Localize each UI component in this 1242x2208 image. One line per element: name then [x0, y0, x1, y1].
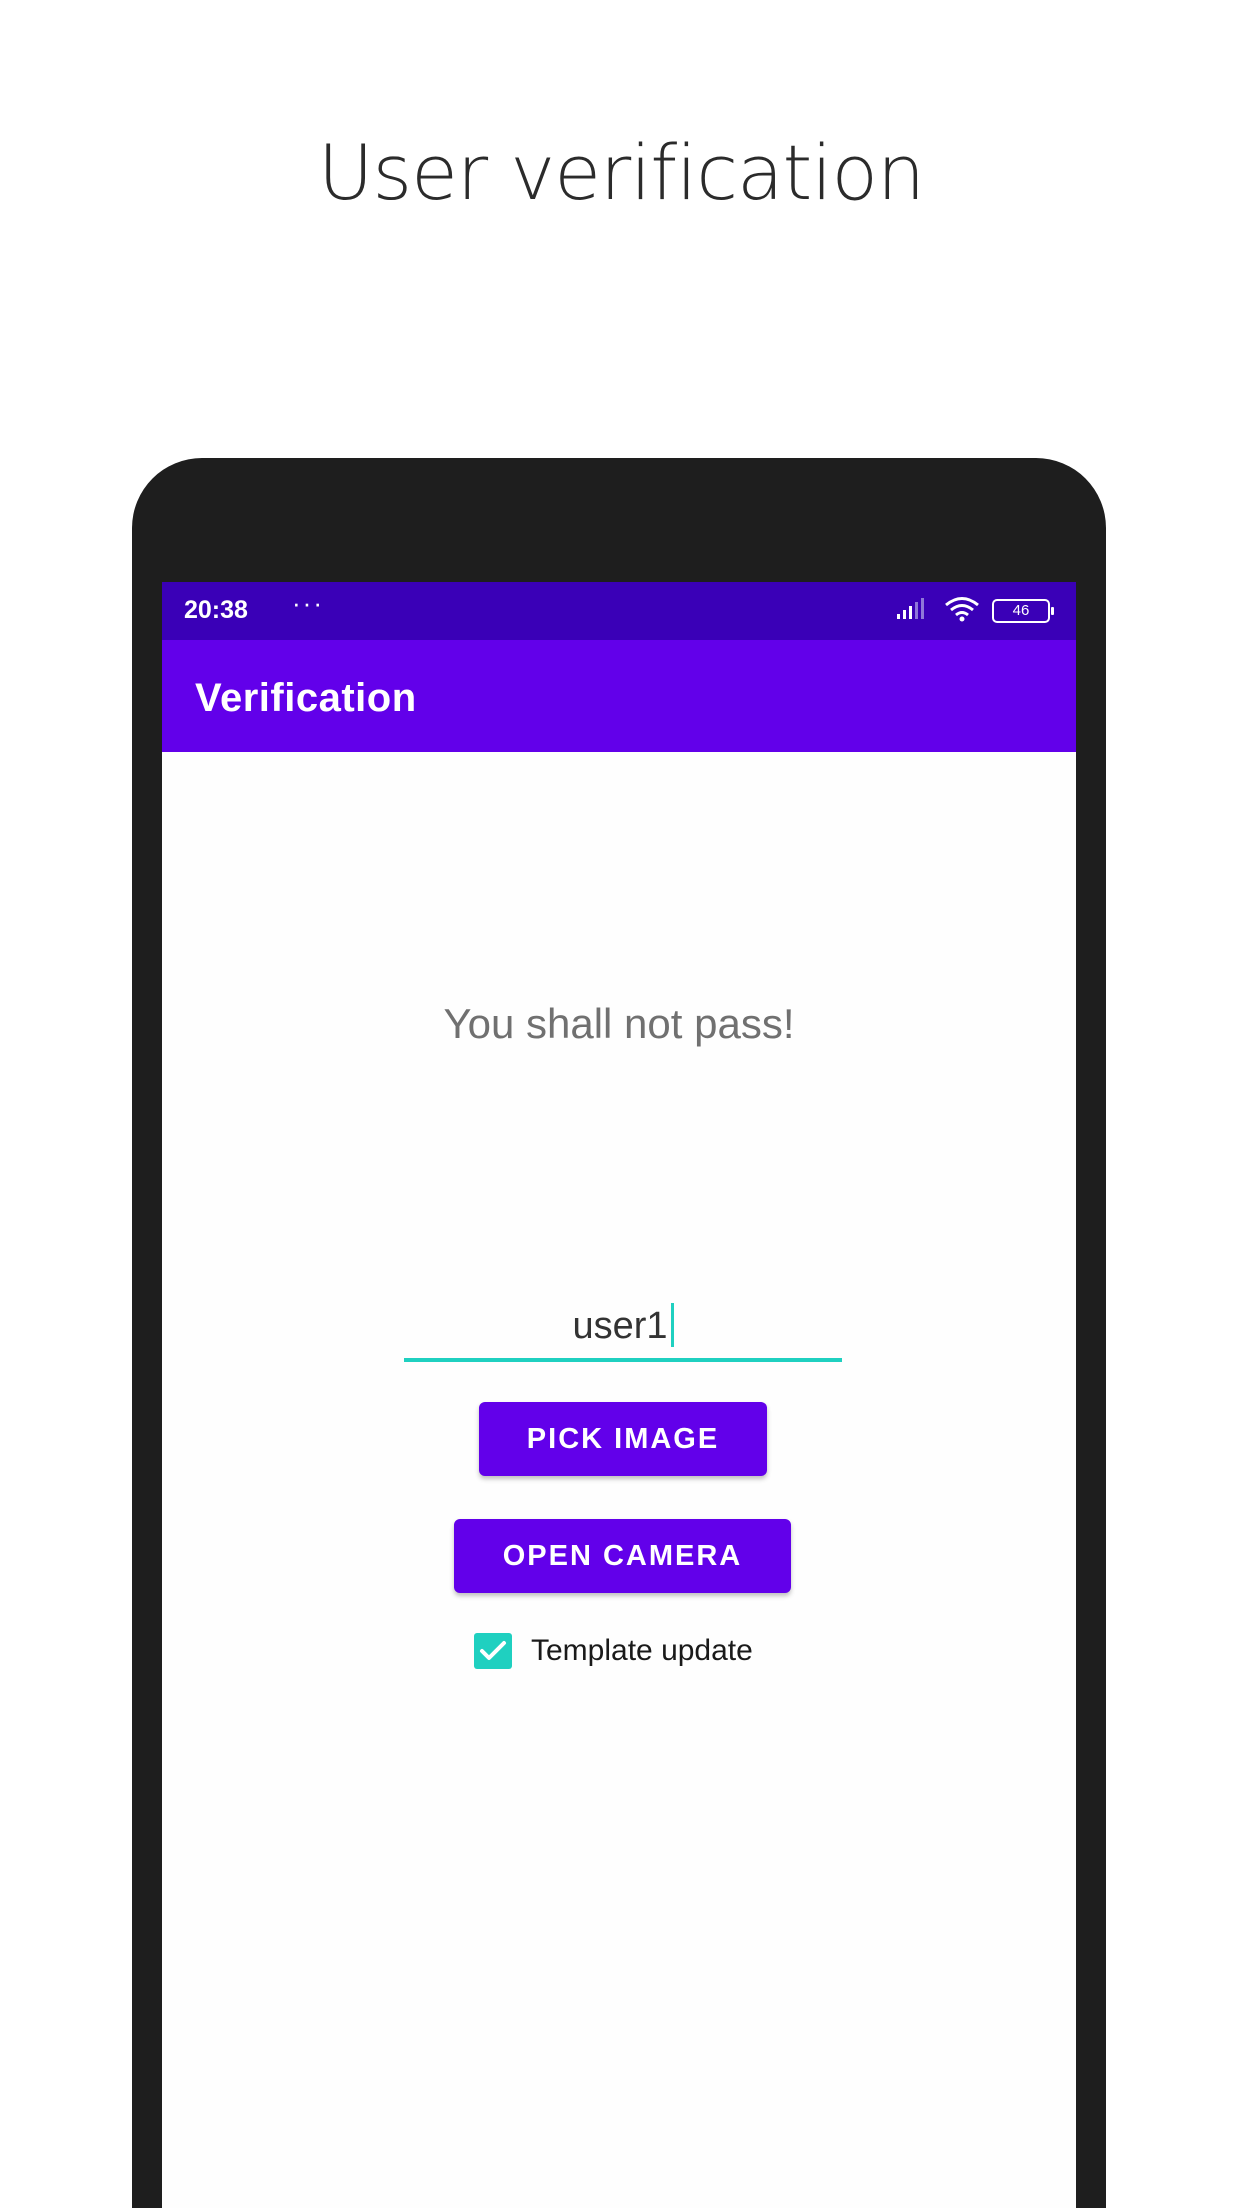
status-icons: 46 — [896, 596, 1054, 627]
template-update-label: Template update — [531, 1634, 753, 1667]
page: User verification 20:38 ··· 46 Verificat… — [0, 0, 1242, 2208]
pick-image-button[interactable]: PICK IMAGE — [479, 1402, 767, 1476]
text-caret — [670, 1302, 674, 1347]
phone-screen: 20:38 ··· 46 Verification You shall not … — [162, 582, 1076, 2208]
status-time: 20:38 — [184, 596, 248, 624]
app-bar-title: Verification — [195, 676, 417, 720]
open-camera-button[interactable]: OPEN CAMERA — [454, 1519, 791, 1593]
page-title: User verification — [317, 128, 925, 217]
status-message: You shall not pass! — [443, 1000, 795, 1047]
status-bar: 20:38 ··· 46 — [162, 582, 1076, 640]
status-more-dots: ··· — [292, 588, 324, 618]
battery-icon: 46 — [992, 599, 1054, 623]
template-update-option[interactable]: Template update — [474, 1632, 753, 1670]
signal-icon — [896, 597, 932, 625]
check-icon — [480, 1641, 506, 1660]
username-field[interactable]: user1 — [404, 1294, 842, 1362]
app-bar: Verification — [162, 640, 1076, 752]
template-update-checkbox[interactable] — [474, 1633, 512, 1669]
wifi-icon — [944, 596, 980, 627]
username-value: user1 — [572, 1305, 668, 1347]
